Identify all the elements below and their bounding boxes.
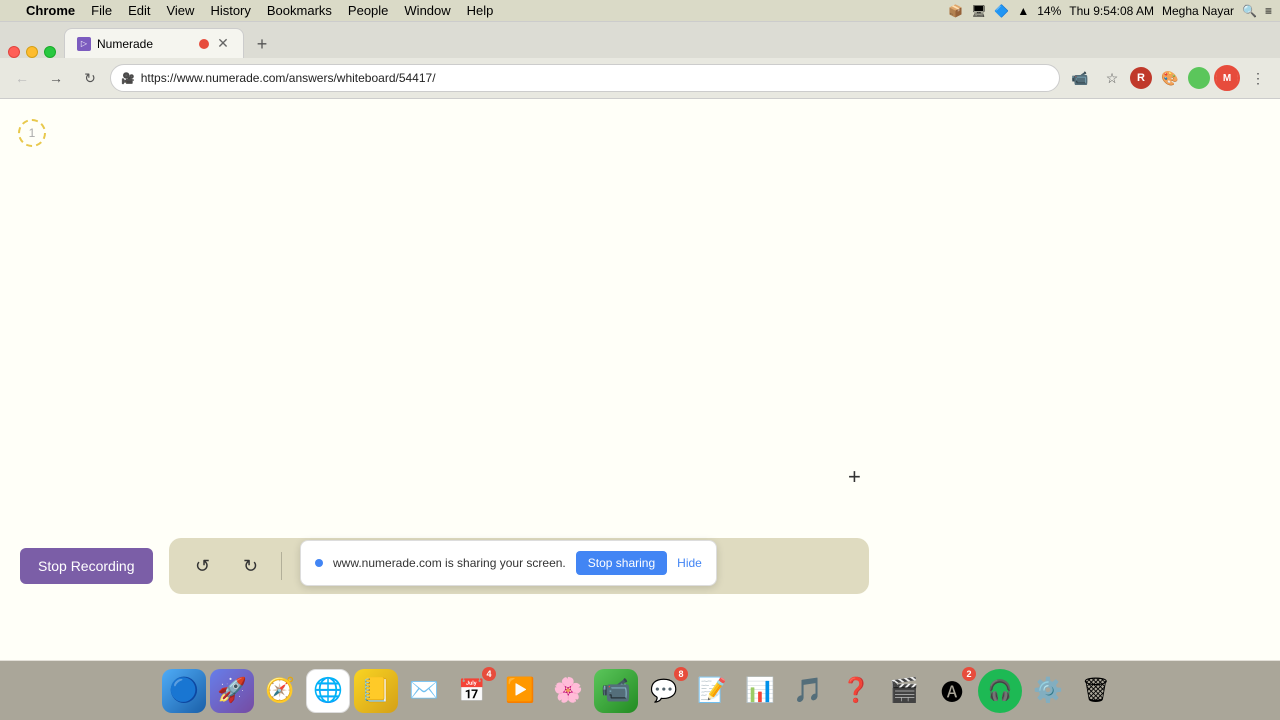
active-tab[interactable]: ▷ Numerade ✕: [64, 28, 244, 58]
favicon-icon: ▷: [81, 39, 87, 48]
calendar-badge: 4: [482, 667, 496, 681]
dock-calendar[interactable]: 📅 4: [450, 669, 494, 713]
maximize-window-dot[interactable]: [44, 46, 56, 58]
dock-chrome[interactable]: 🌐: [306, 669, 350, 713]
profile-ring[interactable]: M: [1214, 65, 1240, 91]
stop-sharing-button[interactable]: Stop sharing: [576, 551, 667, 575]
tab-close-button[interactable]: ✕: [215, 36, 231, 52]
menubar-right: 📦 🖥 🔷 ▲ 14% Thu 9:54:08 AM Megha Nayar 🔍…: [948, 4, 1272, 18]
lock-icon: 🎥: [121, 72, 135, 85]
r-extension-icon[interactable]: R: [1130, 67, 1152, 89]
menubar-view[interactable]: View: [158, 3, 202, 18]
dock-finder[interactable]: 🔵: [162, 669, 206, 713]
bookmark-star-icon[interactable]: ☆: [1098, 64, 1126, 92]
bluetooth-icon[interactable]: 🔷: [994, 4, 1009, 18]
dock-numbers[interactable]: 📊: [738, 669, 782, 713]
tab-favicon: ▷: [77, 37, 91, 51]
messages-badge: 8: [674, 667, 688, 681]
wifi-icon[interactable]: ▲: [1017, 4, 1029, 18]
dock-notes-sticky[interactable]: 📒: [354, 669, 398, 713]
dock: 🔵 🚀 🧭 🌐 📒 ✉️ 📅 4 ▶️ 🌸 📹 💬 8 📝 📊 🎵 ❓ 🎬 🅐 …: [0, 660, 1280, 720]
dock-facetime[interactable]: 📹: [594, 669, 638, 713]
toolbar-separator-1: [281, 552, 282, 580]
battery-text: 14%: [1037, 4, 1061, 18]
hide-sharing-button[interactable]: Hide: [677, 556, 702, 570]
dock-slideshow[interactable]: ▶️: [498, 669, 542, 713]
undo-button[interactable]: ↺: [185, 548, 221, 584]
browser-chrome: ▷ Numerade ✕ + ← → ↻ 🎥 https://www.numer…: [0, 22, 1280, 99]
dock-appstore[interactable]: 🅐 2: [930, 669, 974, 713]
time-display: Thu 9:54:08 AM: [1069, 4, 1154, 18]
dock-quicktime[interactable]: 🎬: [882, 669, 926, 713]
dock-settings[interactable]: ⚙️: [1026, 669, 1070, 713]
appstore-badge: 2: [962, 667, 976, 681]
address-bar[interactable]: 🎥 https://www.numerade.com/answers/white…: [110, 64, 1060, 92]
cursor-plus: +: [848, 464, 861, 490]
dropbox-icon[interactable]: 📦: [948, 4, 963, 18]
control-icon[interactable]: ≡: [1265, 4, 1272, 18]
display-icon[interactable]: 🖥: [971, 4, 986, 18]
redo-button[interactable]: ↻: [233, 548, 269, 584]
dock-rocket[interactable]: 🚀: [210, 669, 254, 713]
sharing-text: www.numerade.com is sharing your screen.: [333, 556, 566, 570]
dock-photos[interactable]: 🌸: [546, 669, 590, 713]
tab-recording-dot: [199, 39, 209, 49]
tab-bar: ▷ Numerade ✕ +: [0, 22, 1280, 58]
close-window-dot[interactable]: [8, 46, 20, 58]
url-text[interactable]: https://www.numerade.com/answers/whitebo…: [141, 71, 1049, 85]
tab-title: Numerade: [97, 37, 193, 51]
menubar: Chrome File Edit View History Bookmarks …: [0, 0, 1280, 22]
nav-bar: ← → ↻ 🎥 https://www.numerade.com/answers…: [0, 58, 1280, 98]
dock-spotify[interactable]: 🎧: [978, 669, 1022, 713]
dock-help[interactable]: ❓: [834, 669, 878, 713]
menubar-history[interactable]: History: [202, 3, 258, 18]
forward-button[interactable]: →: [42, 64, 70, 92]
menubar-people[interactable]: People: [340, 3, 396, 18]
colorful-icon[interactable]: 🎨: [1156, 64, 1184, 92]
menubar-help[interactable]: Help: [459, 3, 502, 18]
stop-recording-button[interactable]: Stop Recording: [20, 548, 153, 584]
menubar-chrome[interactable]: Chrome: [18, 3, 83, 18]
menubar-window[interactable]: Window: [396, 3, 458, 18]
main-content: 1 + Stop Recording ↺ ↻ ✏ + ⬜ ↗ 🖼: [0, 99, 1280, 661]
page-number: 1: [29, 126, 36, 140]
dock-notefile[interactable]: 📝: [690, 669, 734, 713]
reload-button[interactable]: ↻: [76, 64, 104, 92]
profile-avatar[interactable]: M: [1216, 66, 1238, 90]
new-tab-button[interactable]: +: [248, 30, 276, 58]
sharing-indicator-dot: [315, 559, 323, 567]
screen-sharing-banner: www.numerade.com is sharing your screen.…: [300, 540, 717, 586]
minimize-window-dot[interactable]: [26, 46, 38, 58]
dock-mail[interactable]: ✉️: [402, 669, 446, 713]
dock-safari[interactable]: 🧭: [258, 669, 302, 713]
search-icon[interactable]: 🔍: [1242, 4, 1257, 18]
green-extension-icon[interactable]: [1188, 67, 1210, 89]
window-controls: [8, 46, 56, 58]
nav-right-icons: 📹 ☆ R 🎨 M ⋮: [1066, 64, 1272, 92]
dock-trash[interactable]: 🗑: [1074, 669, 1118, 713]
user-name[interactable]: Megha Nayar: [1162, 4, 1234, 18]
menu-button[interactable]: ⋮: [1244, 64, 1272, 92]
menubar-bookmarks[interactable]: Bookmarks: [259, 3, 340, 18]
back-button[interactable]: ←: [8, 64, 36, 92]
menubar-edit[interactable]: Edit: [120, 3, 158, 18]
dock-music[interactable]: 🎵: [786, 669, 830, 713]
menubar-file[interactable]: File: [83, 3, 120, 18]
page-indicator: 1: [18, 119, 46, 147]
video-icon[interactable]: 📹: [1066, 64, 1094, 92]
whiteboard-canvas[interactable]: 1 + Stop Recording ↺ ↻ ✏ + ⬜ ↗ 🖼: [0, 99, 1280, 661]
dock-messages[interactable]: 💬 8: [642, 669, 686, 713]
